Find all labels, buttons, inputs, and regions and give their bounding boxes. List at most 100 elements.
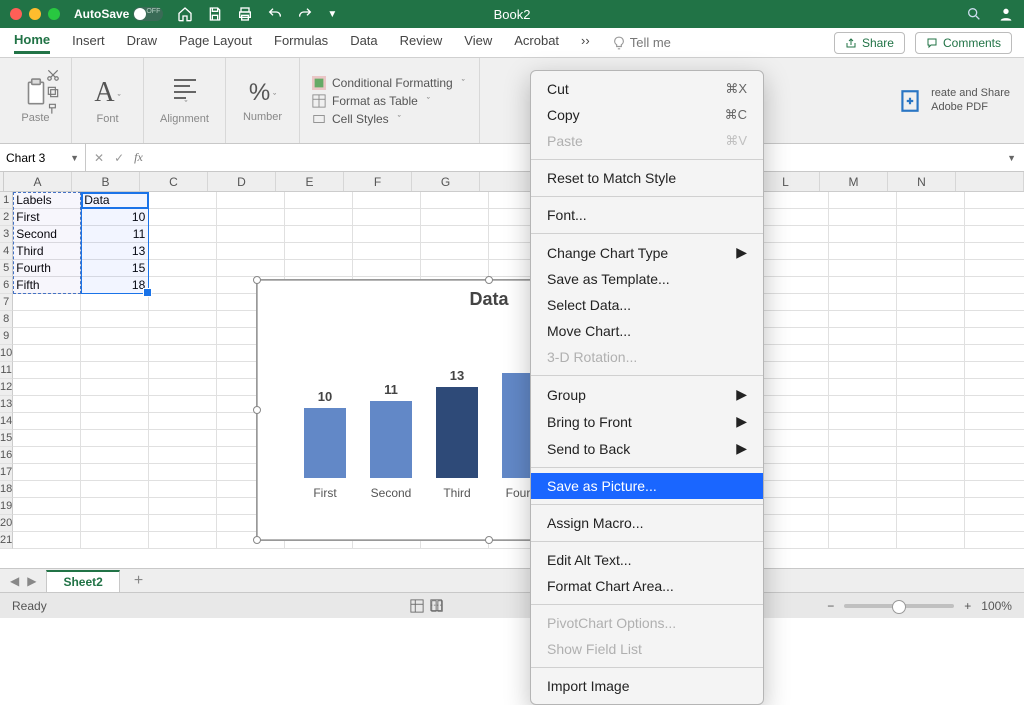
cell[interactable] (897, 345, 965, 362)
cell[interactable] (897, 413, 965, 430)
cell[interactable] (149, 209, 217, 226)
cell[interactable] (149, 192, 217, 209)
cell[interactable] (965, 294, 1024, 311)
row-header[interactable]: 11 (0, 362, 13, 379)
cell[interactable] (829, 464, 897, 481)
cell[interactable] (13, 328, 81, 345)
cell[interactable] (81, 345, 149, 362)
format-as-table-button[interactable]: Format as Tableˇ (312, 94, 430, 108)
chart-bar[interactable] (304, 408, 346, 478)
col-header[interactable]: B (72, 172, 140, 191)
comments-button[interactable]: Comments (915, 32, 1012, 54)
cell[interactable]: 10 (81, 209, 149, 226)
cell[interactable] (829, 447, 897, 464)
cell[interactable] (761, 328, 829, 345)
cell[interactable] (421, 243, 489, 260)
cell[interactable] (829, 430, 897, 447)
zoom-level[interactable]: 100% (981, 599, 1012, 613)
cell[interactable] (149, 328, 217, 345)
col-header[interactable]: M (820, 172, 888, 191)
cell[interactable] (149, 277, 217, 294)
cell[interactable] (897, 209, 965, 226)
cell[interactable] (761, 413, 829, 430)
cell[interactable] (761, 464, 829, 481)
cell[interactable] (81, 515, 149, 532)
row-header[interactable]: 10 (0, 345, 13, 362)
ribbon-group-alignment[interactable]: ˇ Alignment (144, 58, 226, 143)
cell[interactable] (81, 532, 149, 549)
ctx-import-image[interactable]: Import Image (531, 673, 763, 699)
cell[interactable] (897, 260, 965, 277)
accept-formula-icon[interactable]: ✓ (114, 151, 124, 165)
adobe-pdf-icon[interactable] (897, 88, 923, 114)
cell[interactable] (965, 311, 1024, 328)
cell[interactable] (217, 243, 285, 260)
cell-styles-button[interactable]: Cell Stylesˇ (312, 112, 401, 126)
cell[interactable] (217, 209, 285, 226)
format-painter-icon[interactable] (46, 102, 60, 116)
cell[interactable] (761, 294, 829, 311)
cell[interactable] (829, 294, 897, 311)
cell[interactable] (149, 515, 217, 532)
cell[interactable] (13, 532, 81, 549)
row-header[interactable]: 8 (0, 311, 13, 328)
profile-icon[interactable] (998, 6, 1014, 22)
cell[interactable] (965, 396, 1024, 413)
ribbon-group-number[interactable]: %ˇ Number (226, 58, 300, 143)
cell[interactable] (81, 413, 149, 430)
cut-icon[interactable] (46, 68, 60, 82)
cell[interactable] (829, 277, 897, 294)
fullscreen-window-button[interactable] (48, 8, 60, 20)
cell[interactable] (829, 532, 897, 549)
cell[interactable] (965, 447, 1024, 464)
cell[interactable] (149, 413, 217, 430)
cell[interactable] (13, 379, 81, 396)
cell[interactable] (149, 396, 217, 413)
search-icon[interactable] (966, 6, 982, 22)
cell[interactable] (761, 277, 829, 294)
row-header[interactable]: 7 (0, 294, 13, 311)
cell[interactable] (13, 294, 81, 311)
cell[interactable] (897, 430, 965, 447)
cancel-formula-icon[interactable]: ✕ (94, 151, 104, 165)
cell[interactable] (285, 260, 353, 277)
row-header[interactable]: 5 (0, 260, 13, 277)
cell[interactable] (353, 192, 421, 209)
tab-home[interactable]: Home (14, 32, 50, 54)
qat-chevron-down-icon[interactable]: ▼ (327, 9, 337, 20)
cell[interactable] (81, 447, 149, 464)
cell[interactable]: Third (13, 243, 81, 260)
cell[interactable] (829, 260, 897, 277)
cell[interactable] (13, 311, 81, 328)
cell[interactable] (965, 430, 1024, 447)
cell[interactable] (149, 260, 217, 277)
cell[interactable] (897, 362, 965, 379)
cell[interactable] (13, 464, 81, 481)
sheet-nav-prev[interactable]: ◀ (10, 574, 19, 588)
tab-page-layout[interactable]: Page Layout (179, 33, 252, 52)
tab-draw[interactable]: Draw (127, 33, 157, 52)
cell[interactable] (761, 481, 829, 498)
cell[interactable]: Labels (13, 192, 81, 209)
cell[interactable] (965, 192, 1024, 209)
cell[interactable] (353, 260, 421, 277)
cell[interactable] (761, 532, 829, 549)
cell[interactable] (761, 498, 829, 515)
col-header[interactable]: A (4, 172, 72, 191)
cell[interactable] (965, 532, 1024, 549)
cell[interactable] (149, 430, 217, 447)
ctx-send-back[interactable]: Send to Back▶ (531, 435, 763, 462)
ctx-copy[interactable]: Copy⌘C (531, 102, 763, 128)
cell[interactable] (217, 260, 285, 277)
ctx-save-template[interactable]: Save as Template... (531, 266, 763, 292)
print-icon[interactable] (237, 6, 253, 22)
row-header[interactable]: 13 (0, 396, 13, 413)
cell[interactable]: 11 (81, 226, 149, 243)
undo-icon[interactable] (267, 6, 283, 22)
cell[interactable] (897, 515, 965, 532)
ctx-move-chart[interactable]: Move Chart... (531, 318, 763, 344)
cell[interactable] (421, 192, 489, 209)
cell[interactable] (965, 226, 1024, 243)
redo-icon[interactable] (297, 6, 313, 22)
cell[interactable] (285, 226, 353, 243)
